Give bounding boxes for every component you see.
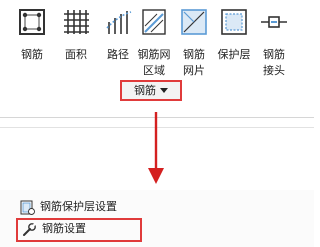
area-tool-button[interactable]: 面积 — [54, 0, 98, 78]
rebar-coupler-icon — [261, 16, 287, 28]
cover-settings-icon — [20, 200, 35, 215]
cover-layer-tool-button[interactable]: 保护层 — [212, 0, 256, 78]
ribbon-panel: 钢筋 面积 路径 钢筋网 区域 钢筋 网片 保护层 钢筋 接头 钢筋 — [0, 0, 314, 117]
menu-item-label: 钢筋保护层设置 — [40, 200, 117, 213]
tool-label: 钢筋网 — [137, 48, 171, 61]
tool-label-2: 区域 — [143, 64, 165, 77]
tool-label: 钢筋 — [21, 48, 43, 61]
path-tool-button[interactable]: 路径 — [98, 0, 138, 78]
rebar-mesh-sheet-tool-button[interactable]: 钢筋 网片 — [176, 0, 212, 78]
tool-label: 路径 — [107, 48, 129, 61]
menu-item-rebar-settings[interactable]: 钢筋设置 — [16, 218, 142, 242]
down-arrow-icon — [148, 112, 164, 184]
dropdown-triangle-icon — [160, 88, 168, 93]
wrench-icon — [23, 222, 37, 236]
menu-item-label: 钢筋设置 — [42, 222, 86, 235]
tool-label: 面积 — [65, 48, 87, 61]
path-icon — [106, 11, 132, 34]
rebar-icon — [19, 9, 45, 35]
tool-label: 钢筋 — [183, 48, 205, 61]
rebar-mesh-sheet-icon — [181, 9, 207, 35]
rebar-network-area-icon — [142, 9, 166, 35]
panel-label: 钢筋 — [134, 84, 156, 97]
tool-label: 保护层 — [217, 48, 251, 61]
cover-layer-icon — [221, 9, 247, 35]
tool-label-2: 接头 — [263, 64, 285, 77]
menu-item-cover-settings[interactable]: 钢筋保护层设置 — [16, 196, 166, 220]
tool-label-2: 网片 — [183, 64, 205, 77]
rebar-panel-dropdown-button[interactable]: 钢筋 — [120, 80, 182, 101]
rebar-coupler-tool-button[interactable]: 钢筋 接头 — [256, 0, 292, 78]
rebar-network-area-tool-button[interactable]: 钢筋网 区域 — [134, 0, 174, 78]
rebar-tool-button[interactable]: 钢筋 — [10, 0, 54, 78]
tool-label: 钢筋 — [263, 48, 285, 61]
area-grid-icon — [64, 10, 89, 34]
